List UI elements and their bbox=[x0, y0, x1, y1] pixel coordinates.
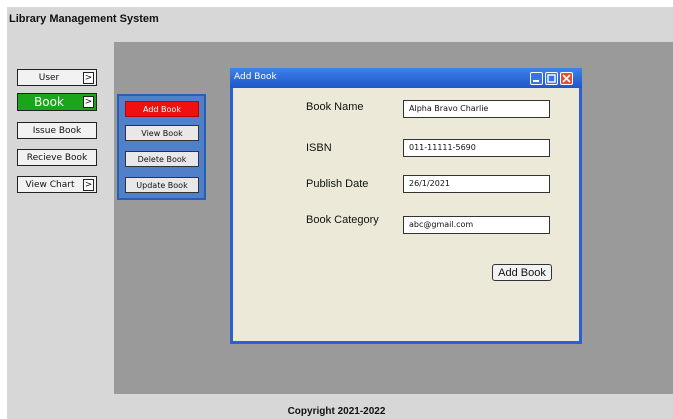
book-category-label: Book Category bbox=[306, 214, 379, 226]
sidebar-item-label: Recieve Book bbox=[26, 152, 88, 163]
publish-date-label: Publish Date bbox=[306, 178, 369, 190]
sidebar-item-view-chart[interactable]: View Chart > bbox=[17, 176, 97, 193]
submenu-view-book[interactable]: View Book bbox=[125, 125, 199, 141]
isbn-input[interactable]: 011-11111-5690 bbox=[403, 139, 550, 157]
add-book-dialog: Add Book Book Name Alpha Bravo Charlie I… bbox=[230, 68, 582, 344]
publish-date-input[interactable]: 26/1/2021 bbox=[403, 175, 550, 193]
sidebar-item-label: View Chart bbox=[25, 179, 75, 190]
add-book-button[interactable]: Add Book bbox=[492, 264, 552, 281]
app-title: Library Management System bbox=[9, 13, 159, 25]
maximize-button[interactable] bbox=[545, 72, 558, 85]
dialog-title: Add Book bbox=[234, 72, 277, 82]
dialog-titlebar[interactable]: Add Book bbox=[230, 68, 582, 88]
submenu-add-book[interactable]: Add Book bbox=[125, 101, 199, 117]
book-submenu: Add Book View Book Delete Book Update Bo… bbox=[117, 94, 206, 200]
sidebar-item-user[interactable]: User > bbox=[17, 69, 97, 86]
book-category-input[interactable]: abc@gmail.com bbox=[403, 216, 550, 234]
sidebar-item-book[interactable]: Book > bbox=[17, 93, 97, 111]
sidebar-item-label: Issue Book bbox=[32, 125, 82, 136]
footer-copyright: Copyright 2021-2022 bbox=[287, 406, 386, 417]
sidebar-item-label: Book bbox=[34, 95, 64, 109]
book-name-input[interactable]: Alpha Bravo Charlie bbox=[403, 100, 550, 118]
minimize-button[interactable] bbox=[530, 72, 543, 85]
isbn-label: ISBN bbox=[306, 142, 332, 154]
chevron-right-icon: > bbox=[83, 179, 94, 191]
maximize-icon bbox=[547, 74, 556, 83]
sidebar-item-label: User bbox=[38, 72, 60, 83]
submenu-delete-book[interactable]: Delete Book bbox=[125, 151, 199, 167]
book-name-label: Book Name bbox=[306, 101, 364, 113]
close-icon bbox=[562, 74, 571, 83]
chevron-right-icon: > bbox=[83, 72, 94, 84]
sidebar-item-issue-book[interactable]: Issue Book bbox=[17, 122, 97, 139]
close-button[interactable] bbox=[560, 72, 573, 85]
chevron-right-icon: > bbox=[83, 96, 94, 108]
submenu-update-book[interactable]: Update Book bbox=[125, 177, 199, 193]
minimize-icon bbox=[533, 80, 539, 82]
sidebar-item-recieve-book[interactable]: Recieve Book bbox=[17, 149, 97, 166]
